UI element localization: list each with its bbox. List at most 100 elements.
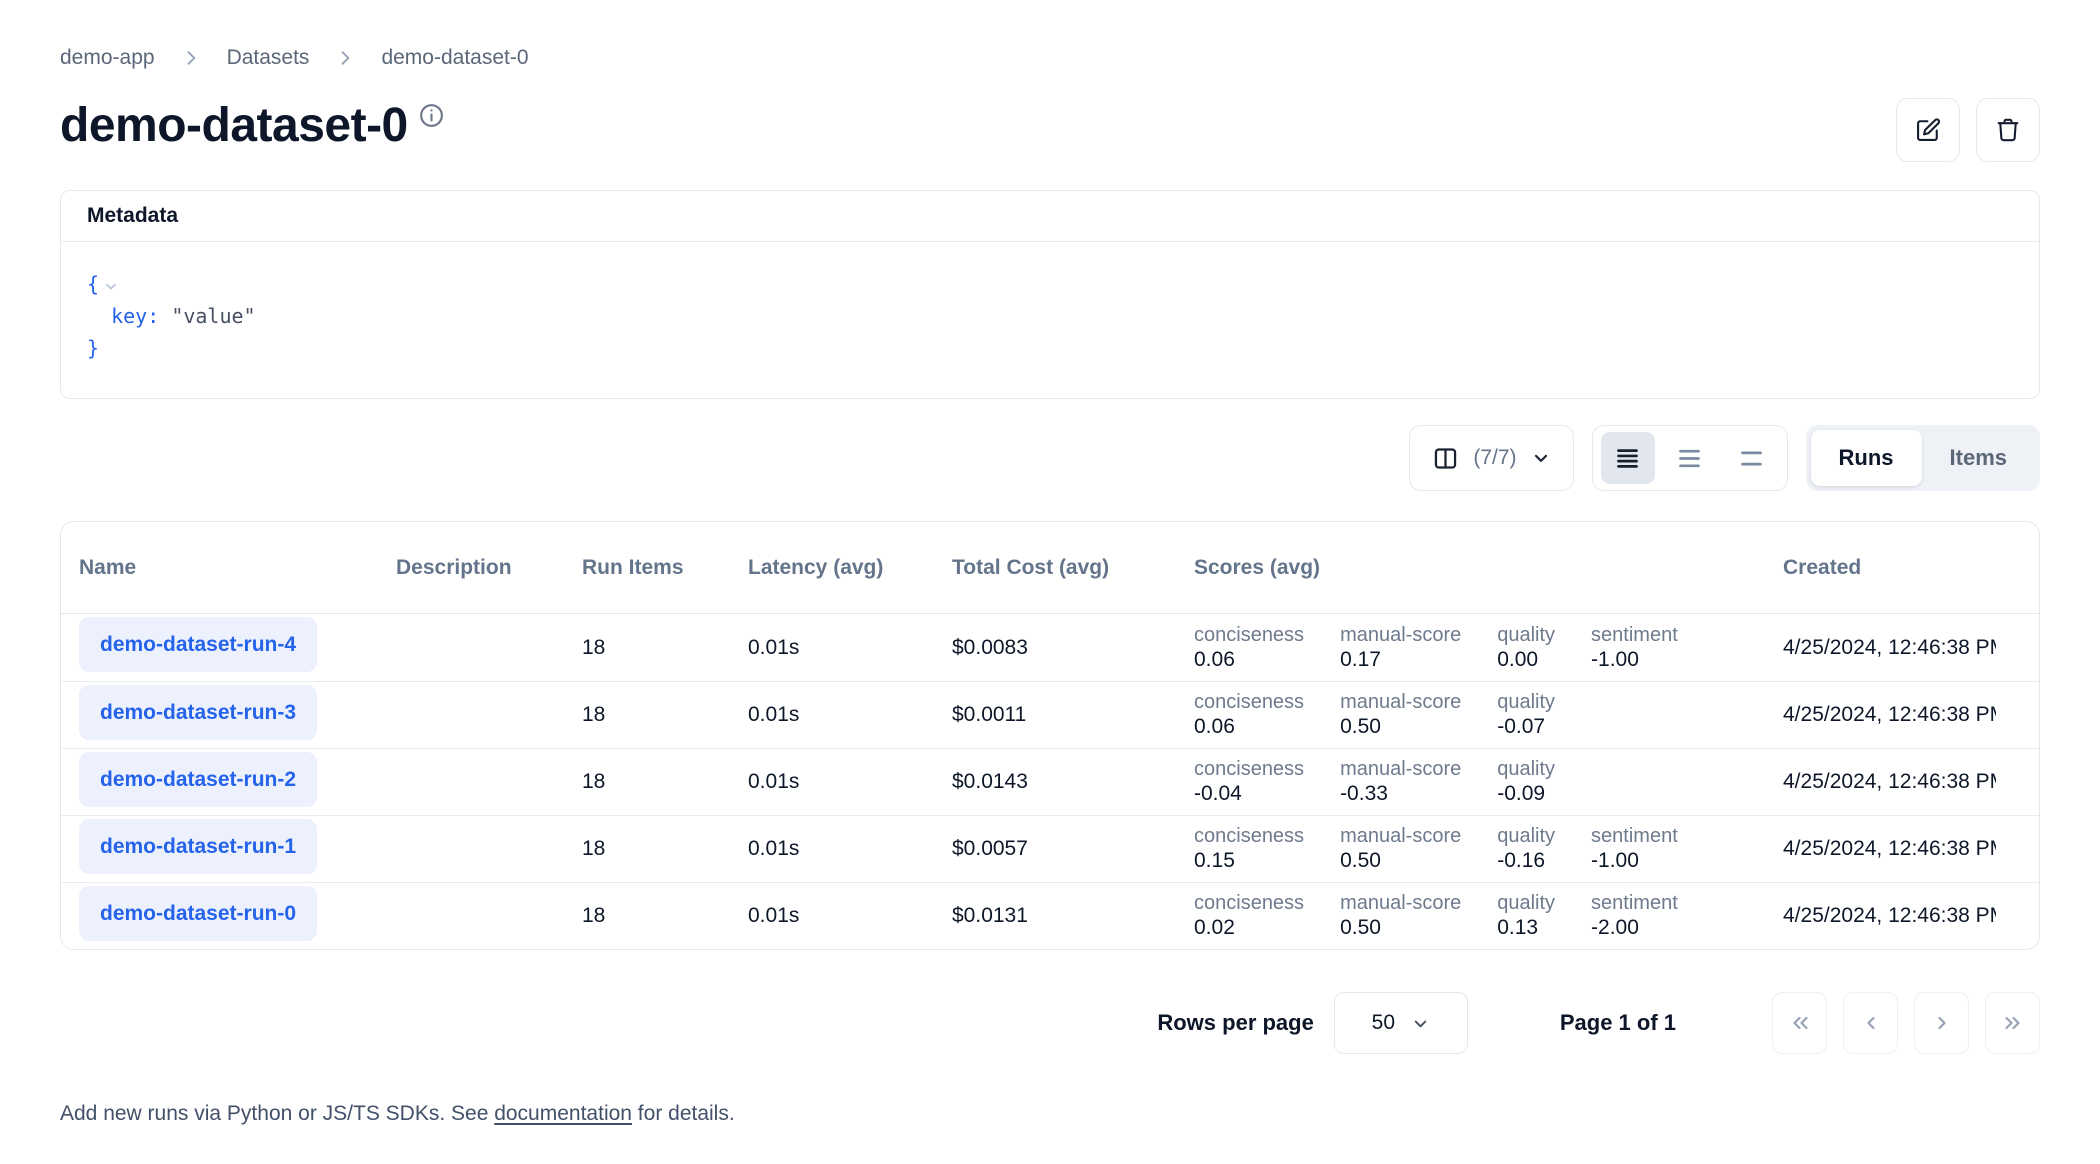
json-open-brace: { bbox=[87, 272, 99, 296]
score-item: manual-score0.50 bbox=[1340, 691, 1461, 739]
title-actions bbox=[1896, 98, 2040, 162]
edit-dataset-button[interactable] bbox=[1896, 98, 1960, 162]
row-height-toggle bbox=[1592, 425, 1788, 491]
score-item: sentiment-2.00 bbox=[1591, 892, 1678, 940]
run-items-cell: 18 bbox=[582, 636, 748, 660]
created-cell: 4/25/2024, 12:46:38 PM bbox=[1783, 837, 2039, 861]
rows-per-page-label: Rows per page bbox=[1157, 1010, 1313, 1036]
breadcrumb-item-datasets[interactable]: Datasets bbox=[227, 46, 310, 70]
score-item: quality-0.16 bbox=[1497, 825, 1555, 873]
tab-runs[interactable]: Runs bbox=[1811, 430, 1922, 486]
collapse-caret-icon[interactable] bbox=[103, 278, 119, 294]
score-value: 0.50 bbox=[1340, 915, 1461, 940]
column-visibility-button[interactable]: (7/7) bbox=[1409, 425, 1573, 491]
chevron-right-icon bbox=[335, 48, 355, 68]
score-label: conciseness bbox=[1194, 691, 1304, 714]
score-item: sentiment-1.00 bbox=[1591, 624, 1678, 672]
next-page-button[interactable] bbox=[1914, 992, 1969, 1054]
score-item: conciseness0.06 bbox=[1194, 624, 1304, 672]
row-height-medium-button[interactable] bbox=[1663, 432, 1717, 484]
page-indicator: Page 1 of 1 bbox=[1560, 1010, 1676, 1036]
metadata-label: Metadata bbox=[61, 191, 2039, 242]
name-cell: demo-dataset-run-3 bbox=[79, 685, 396, 746]
tab-items[interactable]: Items bbox=[1922, 430, 2035, 486]
created-timestamp: 4/25/2024, 12:46:38 PM bbox=[1783, 770, 1996, 794]
rows-tall-icon bbox=[1738, 445, 1765, 472]
score-label: quality bbox=[1497, 624, 1555, 647]
name-cell: demo-dataset-run-4 bbox=[79, 617, 396, 678]
score-label: conciseness bbox=[1194, 624, 1304, 647]
score-item: sentiment-1.00 bbox=[1591, 825, 1678, 873]
column-header-created: Created bbox=[1783, 556, 2039, 580]
name-cell: demo-dataset-run-0 bbox=[79, 886, 396, 947]
run-link[interactable]: demo-dataset-run-1 bbox=[79, 819, 317, 874]
column-header-description: Description bbox=[396, 556, 582, 580]
score-item: quality-0.07 bbox=[1497, 691, 1555, 739]
column-header-latency: Latency (avg) bbox=[748, 556, 952, 580]
page-nav bbox=[1772, 992, 2040, 1054]
breadcrumb-item-current[interactable]: demo-dataset-0 bbox=[381, 46, 528, 70]
score-label: sentiment bbox=[1591, 825, 1678, 848]
prev-page-button[interactable] bbox=[1843, 992, 1898, 1054]
json-value: "value" bbox=[171, 304, 255, 328]
scores-cell: conciseness0.02manual-score0.50quality0.… bbox=[1194, 892, 1783, 940]
table-row: demo-dataset-run-0180.01s$0.0131concisen… bbox=[61, 882, 2039, 949]
total-cost-cell: $0.0143 bbox=[952, 770, 1194, 794]
breadcrumb-item-project[interactable]: demo-app bbox=[60, 46, 155, 70]
score-item: conciseness-0.04 bbox=[1194, 758, 1304, 806]
scores-cell: conciseness0.06manual-score0.17quality0.… bbox=[1194, 624, 1783, 672]
score-item: conciseness0.15 bbox=[1194, 825, 1304, 873]
table-row: demo-dataset-run-1180.01s$0.0057concisen… bbox=[61, 815, 2039, 882]
table-header-row: Name Description Run Items Latency (avg)… bbox=[61, 522, 2039, 614]
created-timestamp: 4/25/2024, 12:46:38 PM bbox=[1783, 703, 1996, 727]
created-timestamp: 4/25/2024, 12:46:38 PM bbox=[1783, 904, 1996, 928]
score-item: quality0.00 bbox=[1497, 624, 1555, 672]
run-items-cell: 18 bbox=[582, 904, 748, 928]
score-label: conciseness bbox=[1194, 758, 1304, 781]
score-value: -1.00 bbox=[1591, 848, 1678, 873]
chevrons-right-icon bbox=[2001, 1011, 2025, 1035]
row-height-small-button[interactable] bbox=[1601, 432, 1655, 484]
chevron-right-icon bbox=[1930, 1011, 1954, 1035]
created-cell: 4/25/2024, 12:46:38 PM bbox=[1783, 636, 2039, 660]
score-value: 0.15 bbox=[1194, 848, 1304, 873]
score-label: manual-score bbox=[1340, 624, 1461, 647]
last-page-button[interactable] bbox=[1985, 992, 2040, 1054]
view-tabs: Runs Items bbox=[1806, 425, 2040, 491]
pagination-bar: Rows per page 50 Page 1 of 1 bbox=[60, 992, 2040, 1054]
delete-dataset-button[interactable] bbox=[1976, 98, 2040, 162]
run-link[interactable]: demo-dataset-run-4 bbox=[79, 617, 317, 672]
sdk-hint: Add new runs via Python or JS/TS SDKs. S… bbox=[60, 1102, 2040, 1126]
scores-cell: conciseness0.15 manual-score0.50 quality-0… bbox=[1194, 825, 1783, 873]
scores-cell: conciseness0.06 manual-score0.50 quality-0… bbox=[1194, 691, 1783, 739]
table-row: demo-dataset-run-3180.01s$0.0011concisen… bbox=[61, 681, 2039, 748]
created-timestamp: 4/25/2024, 12:46:38 PM bbox=[1783, 636, 1996, 660]
score-item: conciseness0.06 bbox=[1194, 691, 1304, 739]
score-item: manual-score0.50 bbox=[1340, 825, 1461, 873]
run-link[interactable]: demo-dataset-run-0 bbox=[79, 886, 317, 941]
score-item: quality-0.09 bbox=[1497, 758, 1555, 806]
latency-cell: 0.01s bbox=[748, 703, 952, 727]
rows-per-page-select[interactable]: 50 bbox=[1334, 992, 1468, 1054]
run-link[interactable]: demo-dataset-run-2 bbox=[79, 752, 317, 807]
table-row: demo-dataset-run-4180.01s$0.0083concisen… bbox=[61, 614, 2039, 681]
info-icon[interactable] bbox=[418, 102, 445, 129]
score-label: manual-score bbox=[1340, 758, 1461, 781]
table-toolbar: (7/7) Runs Items bbox=[60, 425, 2040, 491]
first-page-button[interactable] bbox=[1772, 992, 1827, 1054]
column-header-name: Name bbox=[79, 556, 396, 580]
total-cost-cell: $0.0131 bbox=[952, 904, 1194, 928]
run-link[interactable]: demo-dataset-run-3 bbox=[79, 685, 317, 740]
score-label: quality bbox=[1497, 825, 1555, 848]
score-label: quality bbox=[1497, 758, 1555, 781]
score-value: -1.00 bbox=[1591, 647, 1678, 672]
score-label: conciseness bbox=[1194, 825, 1304, 848]
name-cell: demo-dataset-run-1 bbox=[79, 819, 396, 880]
documentation-link[interactable]: documentation bbox=[494, 1102, 632, 1125]
sdk-hint-text: for details. bbox=[632, 1102, 735, 1125]
row-height-large-button[interactable] bbox=[1725, 432, 1779, 484]
created-cell: 4/25/2024, 12:46:38 PM bbox=[1783, 770, 2039, 794]
score-value: 0.50 bbox=[1340, 714, 1461, 739]
created-cell: 4/25/2024, 12:46:38 PM bbox=[1783, 904, 2039, 928]
score-label: manual-score bbox=[1340, 691, 1461, 714]
